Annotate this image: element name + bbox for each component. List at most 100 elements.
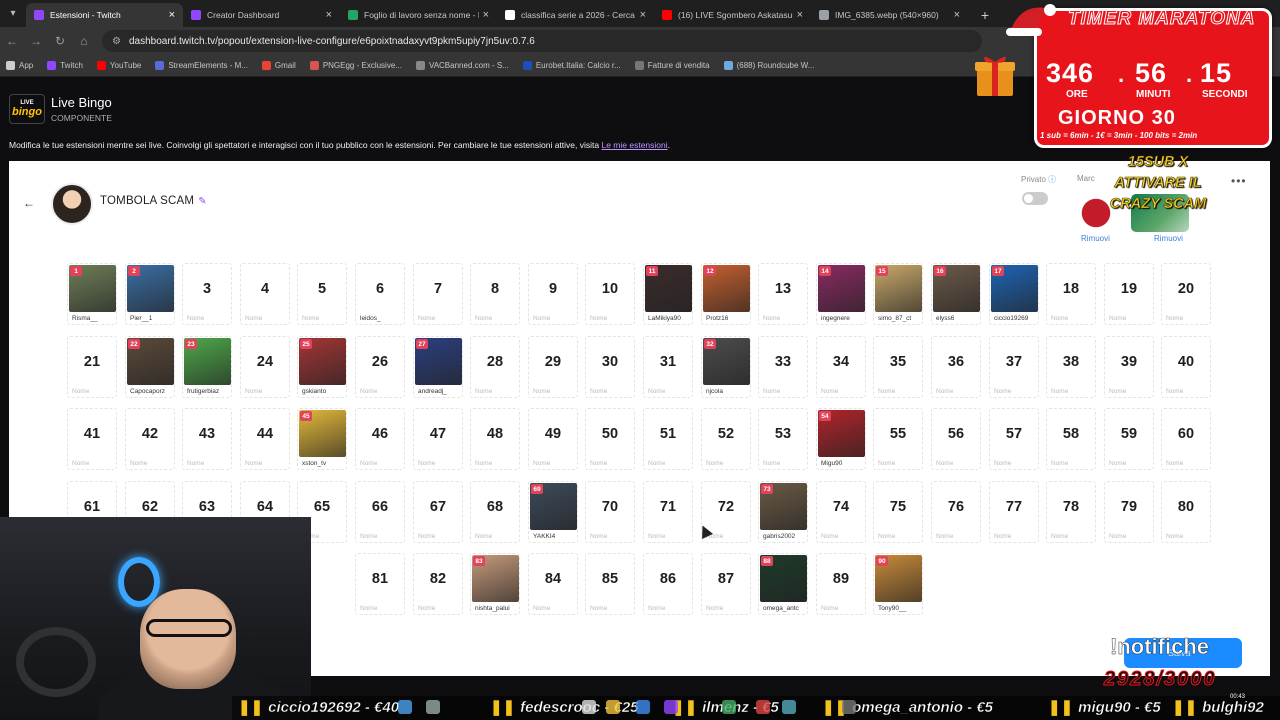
name-placeholder[interactable]: Nome [590,460,634,467]
name-placeholder[interactable]: Nome [533,460,577,467]
bingo-cell[interactable]: 46 Nome [355,408,405,470]
bingo-cell[interactable]: 90 Tony90__ [873,553,923,615]
bingo-cell[interactable]: 16 elyss6 [931,263,981,325]
bingo-cell[interactable]: 75 Nome [873,481,923,543]
name-placeholder[interactable]: Nome [821,605,865,612]
browser-tab[interactable]: Estensioni - Twitch × [26,3,183,27]
bookmark-item[interactable]: Eurobet.Italia: Calcio r... [522,61,621,70]
name-placeholder[interactable]: Nome [1109,460,1153,467]
back-arrow-icon[interactable]: ← [23,196,35,210]
name-placeholder[interactable]: Nome [360,605,404,612]
obs-icon[interactable] [842,700,856,714]
bingo-cell[interactable]: 66 Nome [355,481,405,543]
name-placeholder[interactable]: Nome [936,388,980,395]
bingo-cell[interactable]: 76 Nome [931,481,981,543]
browser-tab[interactable]: Creator Dashboard × [183,3,340,27]
name-placeholder[interactable]: Nome [706,460,750,467]
bookmark-item[interactable]: YouTube [96,61,141,70]
name-placeholder[interactable]: Nome [360,533,404,540]
bingo-cell[interactable]: 10 Nome [585,263,635,325]
bingo-cell[interactable]: 15 simo_87_ct [873,263,923,325]
bingo-cell[interactable]: 79 Nome [1104,481,1154,543]
name-placeholder[interactable]: Nome [648,533,692,540]
bingo-cell[interactable]: 84 Nome [528,553,578,615]
bingo-cell[interactable]: 80 Nome [1161,481,1211,543]
bingo-cell[interactable]: 45 xston_tv [297,408,347,470]
forward-icon[interactable]: → [24,34,48,48]
name-placeholder[interactable]: Nome [1166,388,1210,395]
name-placeholder[interactable]: Nome [1051,315,1095,322]
bingo-cell[interactable]: 29 Nome [528,336,578,398]
bingo-cell[interactable]: 48 Nome [470,408,520,470]
windows-start-icon[interactable] [398,700,412,714]
bookmark-item[interactable]: (688) Roundcube W... [723,61,814,70]
remove-button-2[interactable]: Rimuovi [1154,234,1183,243]
participant-name[interactable]: leidos_ [360,315,404,322]
bingo-cell[interactable]: 42 Nome [125,408,175,470]
name-placeholder[interactable]: Nome [1051,460,1095,467]
name-placeholder[interactable]: Nome [994,533,1038,540]
browser-tab[interactable]: classifica serie a 2026 - Cerca c × [497,3,654,27]
app-icon[interactable] [782,700,796,714]
name-placeholder[interactable]: Nome [1051,533,1095,540]
twitch-icon[interactable] [664,700,678,714]
bingo-cell[interactable]: 5 Nome [297,263,347,325]
name-placeholder[interactable]: Nome [648,460,692,467]
name-placeholder[interactable]: Nome [187,315,231,322]
address-bar[interactable]: ⚙ dashboard.twitch.tv/popout/extension-l… [102,30,982,52]
name-placeholder[interactable]: Nome [1109,533,1153,540]
name-placeholder[interactable]: Nome [1166,460,1210,467]
bingo-cell[interactable]: 13 Nome [758,263,808,325]
bingo-cell[interactable]: 34 Nome [816,336,866,398]
name-placeholder[interactable]: Nome [763,460,807,467]
bingo-cell[interactable]: 41 Nome [67,408,117,470]
bingo-cell[interactable]: 82 Nome [413,553,463,615]
bingo-cell[interactable]: 77 Nome [989,481,1039,543]
bingo-cell[interactable]: 83 nishta_palui [470,553,520,615]
bingo-cell[interactable]: 55 Nome [873,408,923,470]
bingo-cell[interactable]: 36 Nome [931,336,981,398]
bingo-cell[interactable]: 11 LaMikiya90 [643,263,693,325]
bingo-cell[interactable]: 6 leidos_ [355,263,405,325]
more-options-icon[interactable]: ••• [1231,174,1247,188]
bingo-cell[interactable]: 40 Nome [1161,336,1211,398]
bingo-cell[interactable]: 53 Nome [758,408,808,470]
name-placeholder[interactable]: Nome [936,460,980,467]
bingo-cell[interactable]: 74 Nome [816,481,866,543]
bingo-cell[interactable]: 67 Nome [413,481,463,543]
name-placeholder[interactable]: Nome [418,315,462,322]
bingo-cell[interactable]: 30 Nome [585,336,635,398]
name-placeholder[interactable]: Nome [130,460,174,467]
bingo-cell[interactable]: 68 Nome [470,481,520,543]
bingo-cell[interactable]: 78 Nome [1046,481,1096,543]
search-icon[interactable] [426,700,440,714]
bingo-cell[interactable]: 44 Nome [240,408,290,470]
bingo-cell[interactable]: 23 frutigerbiaz [182,336,232,398]
private-toggle[interactable] [1022,192,1048,205]
bingo-cell[interactable]: 59 Nome [1104,408,1154,470]
bingo-cell[interactable]: 2 Pier__1 [125,263,175,325]
name-placeholder[interactable]: Nome [245,388,289,395]
bookmark-item[interactable]: Twitch [47,61,83,70]
name-placeholder[interactable]: Nome [821,388,865,395]
bingo-cell[interactable]: 31 Nome [643,336,693,398]
app-icon[interactable] [722,700,736,714]
back-icon[interactable]: ← [0,34,24,48]
name-placeholder[interactable]: Nome [763,315,807,322]
name-placeholder[interactable]: Nome [187,460,231,467]
bingo-cell[interactable]: 69 YAKKI4 [528,481,578,543]
tab-search-icon[interactable]: ▾ [0,0,26,27]
bingo-cell[interactable]: 81 Nome [355,553,405,615]
bingo-cell[interactable]: 52 Nome [701,408,751,470]
chrome-icon[interactable] [636,700,650,714]
bingo-cell[interactable]: 43 Nome [182,408,232,470]
close-tab-icon[interactable]: × [483,9,489,21]
new-tab-button[interactable]: + [974,4,996,26]
bingo-cell[interactable]: 73 gabris2002 [758,481,808,543]
bingo-cell[interactable]: 19 Nome [1104,263,1154,325]
bingo-cell[interactable]: 12 Protz16 [701,263,751,325]
name-placeholder[interactable]: Nome [475,460,519,467]
name-placeholder[interactable]: Nome [418,533,462,540]
name-placeholder[interactable]: Nome [245,460,289,467]
bingo-cell[interactable]: 57 Nome [989,408,1039,470]
